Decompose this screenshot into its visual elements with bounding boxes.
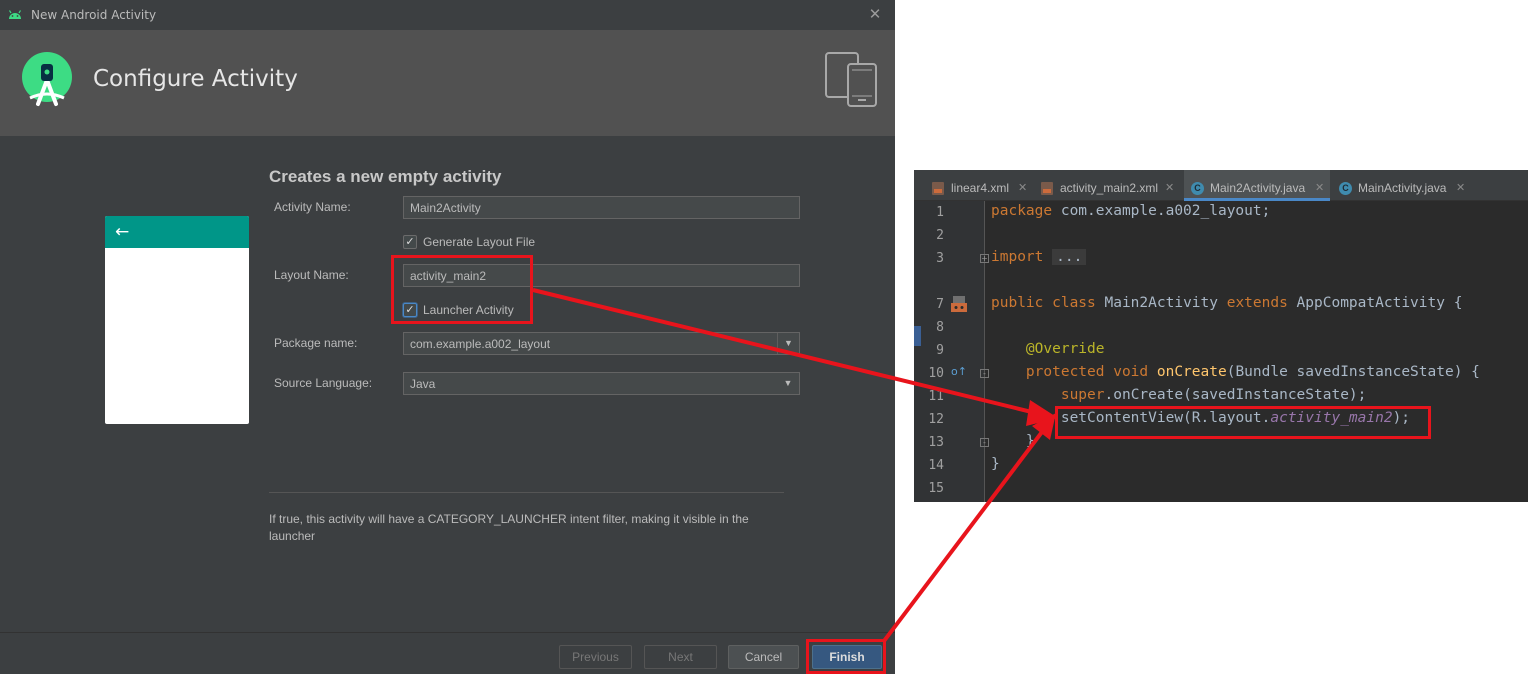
annotation-arrows: [532, 288, 1058, 643]
